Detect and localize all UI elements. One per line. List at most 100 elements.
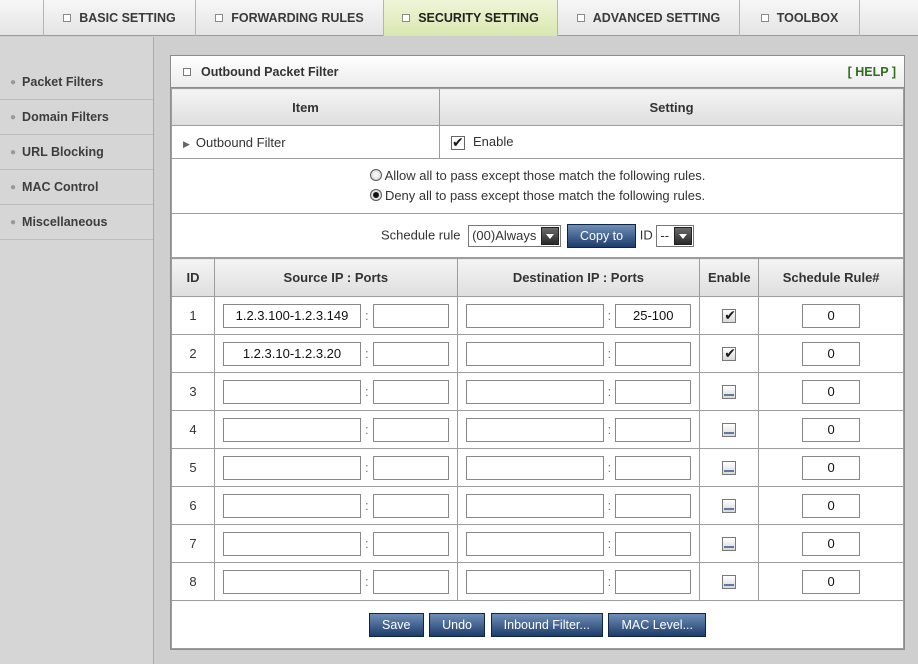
schedule-cell: 0 [758,524,904,563]
source-cell: : [214,486,458,525]
source-port-input[interactable] [372,417,449,442]
sidebar-item-miscellaneous[interactable]: ● Miscellaneous [0,205,153,240]
rule-id: 1 [171,296,215,335]
destination-port-input[interactable] [615,341,692,366]
source-port-input[interactable] [372,303,449,328]
destination-port-input[interactable] [615,417,692,442]
destination-port-input[interactable] [615,379,692,404]
outbound-filter-enable-checkbox[interactable] [451,134,465,151]
rule-enable-checkbox[interactable] [722,385,737,400]
source-ip-input[interactable] [223,569,361,594]
source-ip-input[interactable] [223,531,361,556]
save-button[interactable]: Save [369,612,424,637]
destination-cell: : [456,486,701,525]
mac-level-button[interactable]: MAC Level... [608,612,706,637]
tab-security-setting[interactable]: SECURITY SETTING [384,0,558,36]
destination-ip-input[interactable] [465,569,604,594]
colon-separator: : [365,536,369,551]
colon-separator: : [365,460,369,475]
schedule-rule-input[interactable]: 0 [802,379,861,404]
sidebar-item-label: URL Blocking [22,145,104,159]
destination-ip-input[interactable] [465,379,604,404]
sidebar-item-url-blocking[interactable]: ● URL Blocking [0,135,153,170]
column-header-setting: Setting [439,88,904,126]
destination-ip-input[interactable] [465,341,604,366]
source-port-input[interactable] [372,341,449,366]
rule-enable-checkbox[interactable] [722,345,737,362]
source-ip-input[interactable]: 1.2.3.100-1.2.3.149 [223,303,361,328]
settings-table: Item Setting ▶ Outbound Filter Enable All… [171,88,904,258]
schedule-rule-input[interactable]: 0 [802,303,861,328]
source-ip-input[interactable] [223,493,361,518]
deny-radio-label: Deny all to pass except those match the … [384,188,706,203]
help-link[interactable]: [ HELP ] [848,65,896,79]
schedule-cell: 0 [758,372,904,411]
sidebar-item-domain-filters[interactable]: ● Domain Filters [0,100,153,135]
schedule-rule-select[interactable]: (00)Always [468,224,562,247]
source-port-input[interactable] [372,569,449,594]
colon-separator: : [607,422,612,437]
source-ip-input[interactable] [223,417,361,442]
tab-label: SECURITY SETTING [418,11,539,25]
source-ip-input[interactable] [223,379,361,404]
schedule-cell: 0 [758,448,904,487]
destination-cell: : [456,334,701,373]
rule-id: 3 [171,372,215,411]
schedule-rule-input[interactable]: 0 [802,493,861,518]
rule-enable-checkbox[interactable] [722,499,737,514]
schedule-rule-input[interactable]: 0 [802,569,861,594]
deny-radio[interactable] [369,189,382,201]
dropdown-arrow-icon [541,226,560,245]
destination-ip-input[interactable] [465,493,604,518]
rule-enable-checkbox[interactable] [722,307,737,324]
destination-port-input[interactable] [615,455,692,480]
sidebar-item-label: Packet Filters [22,75,104,89]
allow-radio[interactable] [369,169,382,181]
tab-toolbox[interactable]: TOOLBOX [740,0,860,36]
bullet-icon: ● [10,76,17,88]
undo-button[interactable]: Undo [429,612,486,637]
destination-ip-input[interactable] [465,417,604,442]
source-port-input[interactable] [372,379,449,404]
tab-forwarding-rules[interactable]: FORWARDING RULES [196,0,384,36]
source-ip-input[interactable]: 1.2.3.10-1.2.3.20 [223,341,361,366]
schedule-rule-input[interactable]: 0 [802,417,861,442]
sidebar: ● Packet Filters ● Domain Filters ● URL … [0,37,154,664]
inbound-filter-button[interactable]: Inbound Filter... [490,612,603,637]
destination-ip-input[interactable] [465,531,604,556]
rule-enable-checkbox[interactable] [722,423,737,438]
sidebar-item-label: MAC Control [22,180,99,194]
schedule-rule-input[interactable]: 0 [802,455,861,480]
tab-basic-setting[interactable]: BASIC SETTING [44,0,196,36]
schedule-rule-input[interactable]: 0 [802,341,861,366]
destination-port-input[interactable] [615,569,692,594]
outbound-filter-label: Outbound Filter [195,134,286,150]
source-port-input[interactable] [372,531,449,556]
square-bullet-icon [183,67,191,76]
copy-to-button[interactable]: Copy to [567,223,637,248]
schedule-rule-input[interactable]: 0 [802,531,861,556]
allow-radio-label: Allow all to pass except those match the… [384,168,706,183]
rule-enable-checkbox[interactable] [722,537,737,552]
destination-port-input[interactable] [615,493,692,518]
tab-advanced-setting[interactable]: ADVANCED SETTING [558,0,740,36]
rule-enable-checkbox[interactable] [722,575,737,590]
colon-separator: : [607,574,612,589]
destination-port-input[interactable] [615,531,692,556]
radio-option-deny[interactable]: Deny all to pass except those match the … [173,186,902,206]
destination-port-input[interactable]: 25-100 [615,303,692,328]
source-cell: 1.2.3.100-1.2.3.149: [214,296,458,335]
destination-ip-input[interactable] [465,303,604,328]
sidebar-item-packet-filters[interactable]: ● Packet Filters [0,65,153,100]
destination-ip-input[interactable] [465,455,604,480]
source-port-input[interactable] [372,455,449,480]
table-row: 4:: 0 [171,410,904,449]
source-port-input[interactable] [372,493,449,518]
copy-id-select[interactable]: -- [656,224,695,247]
rule-enable-checkbox[interactable] [722,461,737,476]
enable-cell [699,448,760,487]
radio-option-allow[interactable]: Allow all to pass except those match the… [173,166,902,186]
sidebar-item-mac-control[interactable]: ● MAC Control [0,170,153,205]
column-header-id: ID [171,258,215,297]
source-ip-input[interactable] [223,455,361,480]
